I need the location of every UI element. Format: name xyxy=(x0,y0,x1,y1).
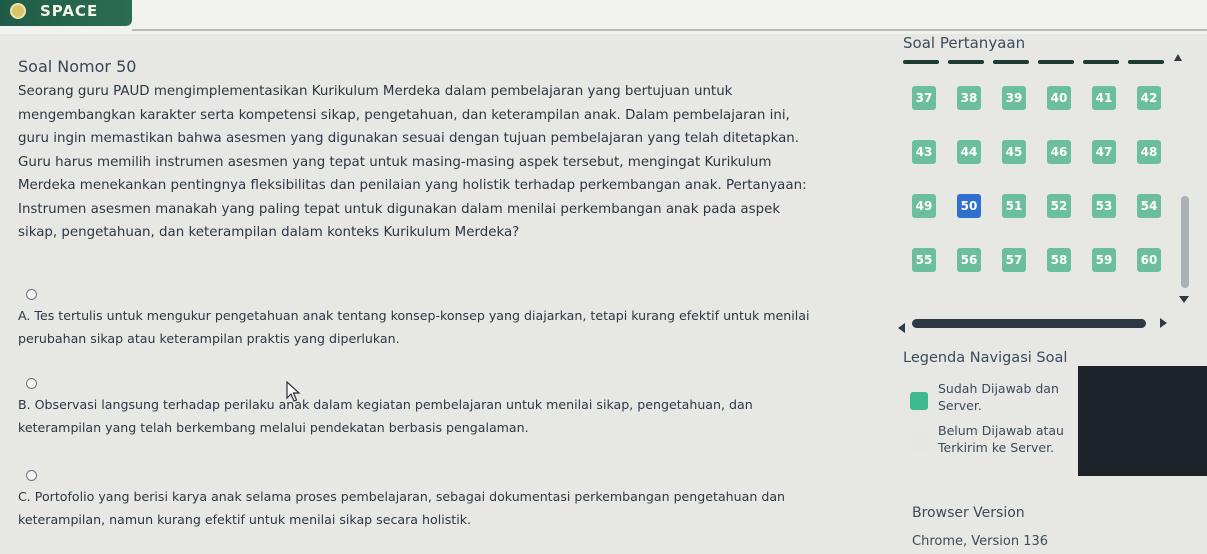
question-nav-button-45[interactable]: 45 xyxy=(1002,140,1026,164)
panel-tab-strip xyxy=(903,60,1173,66)
question-nav-button-60[interactable]: 60 xyxy=(1137,248,1161,272)
radio-button-b[interactable] xyxy=(26,378,37,389)
question-nav-button-50[interactable]: 50 xyxy=(957,194,981,218)
browser-version-title: Browser Version xyxy=(912,505,1025,521)
scroll-up-icon[interactable] xyxy=(1174,54,1182,61)
logo-text: SPACE xyxy=(40,2,99,20)
question-nav-button-42[interactable]: 42 xyxy=(1137,86,1161,110)
browser-version-value: Chrome, Version 136 xyxy=(912,534,1049,549)
question-nav-button-54[interactable]: 54 xyxy=(1137,194,1161,218)
horizontal-scrollbar[interactable] xyxy=(912,319,1146,328)
seal-icon xyxy=(10,3,26,19)
option-c[interactable]: C. Portofolio yang berisi karya anak sel… xyxy=(18,470,878,531)
legend-swatch-answered xyxy=(910,392,928,410)
vertical-scrollbar[interactable] xyxy=(1181,196,1189,288)
legend-swatch-unanswered xyxy=(910,434,928,452)
option-b[interactable]: B. Observasi langsung terhadap perilaku … xyxy=(18,378,878,439)
question-nav-button-38[interactable]: 38 xyxy=(957,86,981,110)
question-nav-button-49[interactable]: 49 xyxy=(912,194,936,218)
option-a-text: A. Tes tertulis untuk mengukur pengetahu… xyxy=(18,308,810,346)
question-nav-button-44[interactable]: 44 xyxy=(957,140,981,164)
question-nav-button-37[interactable]: 37 xyxy=(912,86,936,110)
logo: SPACE xyxy=(0,0,132,26)
top-bar: SPACE xyxy=(0,0,1207,34)
tab-indicator xyxy=(1083,60,1119,64)
legend-title: Legenda Navigasi Soal xyxy=(903,350,1068,366)
question-nav-button-48[interactable]: 48 xyxy=(1137,140,1161,164)
question-nav-button-58[interactable]: 58 xyxy=(1047,248,1071,272)
option-a[interactable]: A. Tes tertulis untuk mengukur pengetahu… xyxy=(18,289,878,350)
question-nav-button-46[interactable]: 46 xyxy=(1047,140,1071,164)
option-b-text: B. Observasi langsung terhadap perilaku … xyxy=(18,397,753,435)
question-nav-button-43[interactable]: 43 xyxy=(912,140,936,164)
header-divider xyxy=(132,29,1207,31)
mouse-cursor-icon xyxy=(286,381,301,402)
question-number: Soal Nomor 50 xyxy=(18,57,137,76)
question-nav-button-56[interactable]: 56 xyxy=(957,248,981,272)
radio-button-a[interactable] xyxy=(26,289,37,300)
tab-indicator xyxy=(903,60,939,64)
tab-indicator xyxy=(1038,60,1074,64)
question-nav-button-53[interactable]: 53 xyxy=(1092,194,1116,218)
question-nav-button-57[interactable]: 57 xyxy=(1002,248,1026,272)
legend-item-answered: Sudah Dijawab dan Server. xyxy=(910,380,1080,420)
scroll-down-icon[interactable] xyxy=(1179,296,1189,303)
legend-item-unanswered: Belum Dijawab atau Terkirim ke Server. xyxy=(910,422,1080,462)
tab-indicator xyxy=(948,60,984,64)
question-nav-button-39[interactable]: 39 xyxy=(1002,86,1026,110)
question-navigation-grid: 37 38 39 40 41 42 43 44 45 46 47 48 49 50 51 52 53 54 55 56… xyxy=(912,86,1174,286)
legend-label-answered: Sudah Dijawab dan Server. xyxy=(938,381,1059,413)
question-text: Seorang guru PAUD mengimplementasikan Ku… xyxy=(18,84,807,240)
screen-glare-overlay xyxy=(1078,366,1207,476)
question-nav-button-52[interactable]: 52 xyxy=(1047,194,1071,218)
question-nav-button-55[interactable]: 55 xyxy=(912,248,936,272)
scroll-left-icon[interactable] xyxy=(898,323,905,333)
panel-title: Soal Pertanyaan xyxy=(903,34,1026,52)
legend-label-unanswered: Belum Dijawab atau Terkirim ke Server. xyxy=(938,423,1064,455)
question-nav-button-40[interactable]: 40 xyxy=(1047,86,1071,110)
question-nav-button-47[interactable]: 47 xyxy=(1092,140,1116,164)
question-nav-button-59[interactable]: 59 xyxy=(1092,248,1116,272)
question-nav-button-41[interactable]: 41 xyxy=(1092,86,1116,110)
option-c-text: C. Portofolio yang berisi karya anak sel… xyxy=(18,489,786,527)
tab-indicator xyxy=(993,60,1029,64)
question-nav-button-51[interactable]: 51 xyxy=(1002,194,1026,218)
radio-button-c[interactable] xyxy=(26,470,37,481)
scroll-right-icon[interactable] xyxy=(1160,318,1167,328)
tab-indicator xyxy=(1128,60,1164,64)
